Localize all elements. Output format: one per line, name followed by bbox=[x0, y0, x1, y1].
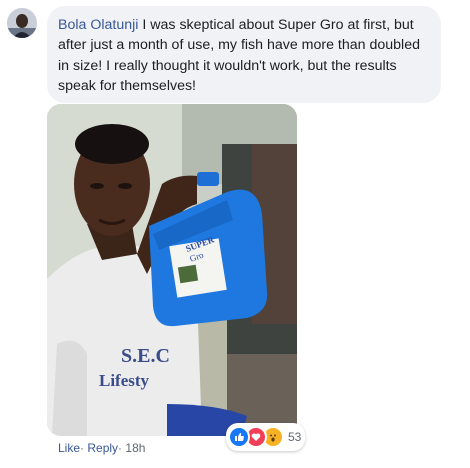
comment-timestamp[interactable]: 18h bbox=[125, 441, 145, 455]
photo-man-holding-jug: S.E.C Lifesty SUPER Gro bbox=[47, 104, 297, 436]
like-link[interactable]: Like bbox=[58, 441, 80, 455]
comment-actions: Like· Reply· 18h bbox=[58, 441, 145, 455]
reply-link[interactable]: Reply bbox=[87, 441, 118, 455]
commenter-avatar[interactable] bbox=[7, 8, 37, 38]
reactions-summary[interactable]: 53 bbox=[226, 423, 306, 451]
reactions-count: 53 bbox=[288, 430, 302, 444]
avatar-image bbox=[7, 8, 37, 38]
comment-author-name[interactable]: Bola Olatunji bbox=[58, 17, 138, 33]
like-icon bbox=[228, 426, 250, 448]
shirt-print-line1: S.E.C bbox=[121, 345, 170, 367]
action-separator: · bbox=[80, 441, 85, 455]
comment-photo[interactable]: S.E.C Lifesty SUPER Gro bbox=[47, 104, 297, 436]
action-separator: · bbox=[118, 441, 123, 455]
shirt-print-line2: Lifesty bbox=[99, 371, 150, 390]
comment-bubble: Bola Olatunji I was skeptical about Supe… bbox=[47, 6, 441, 103]
